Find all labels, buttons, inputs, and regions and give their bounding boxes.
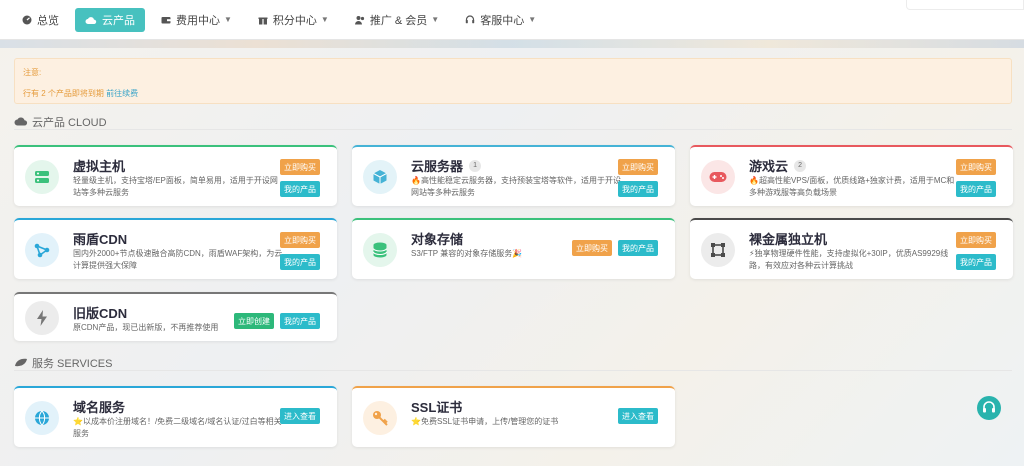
service-desc: ⭐以成本价注册域名！/免费二级域名/域名认证/过白等相关服务 <box>73 417 282 438</box>
leaf-icon <box>15 358 27 367</box>
service-name: 域名服务 <box>73 400 126 415</box>
my-products-button[interactable]: 我的产品 <box>618 240 658 256</box>
buy-button[interactable]: 立即购买 <box>956 232 996 248</box>
my-products-button[interactable]: 我的产品 <box>618 181 658 197</box>
service-card-ssl: SSL证书 ⭐免费SSL证书申请，上传/管理您的证书 进入查看 <box>352 386 675 447</box>
nav-label: 总览 <box>37 14 59 27</box>
product-desc: 🔥高性能稳定云服务器，支持预装宝塔等软件，适用于开设网站等多种云服务 <box>411 176 621 197</box>
product-name: 游戏云 2 <box>749 156 807 175</box>
server-icon <box>35 171 49 183</box>
service-card-domain: 域名服务 ⭐以成本价注册域名！/免费二级域名/域名认证/过白等相关服务 进入查看 <box>14 386 337 447</box>
buy-button[interactable]: 立即购买 <box>280 232 320 248</box>
top-nav: 总览 云产品 费用中心 ▼ 积分中心 ▼ 推广 & 会员 ▼ 客服中心 ▼ <box>0 0 1024 40</box>
frame-icon <box>711 243 725 257</box>
support-float-button[interactable] <box>977 396 1001 420</box>
users-icon <box>354 15 364 24</box>
product-card-bare-metal: 裸金属独立机 ⚡独享物理硬件性能，支持虚拟化+30IP，优质AS9929线路，有… <box>690 218 1013 279</box>
chevron-down-icon: ▼ <box>528 15 537 24</box>
product-name: 旧版CDN <box>73 306 128 321</box>
product-card-game-cloud: 游戏云 2 🔥超高性能VPS/面板，优质线路+独家计费，适用于MC和多种游戏服等高… <box>690 145 1013 206</box>
nav-label: 积分中心 <box>272 14 317 27</box>
product-icon-wrap <box>25 233 59 267</box>
nav-item-points[interactable]: 积分中心 ▼ <box>248 8 339 32</box>
renew-link[interactable]: 前往续费 <box>106 89 138 98</box>
nav-item-support[interactable]: 客服中心 ▼ <box>455 8 546 32</box>
my-products-button[interactable]: 我的产品 <box>956 181 996 197</box>
chevron-down-icon: ▼ <box>431 15 440 24</box>
product-name: 云服务器 1 <box>411 156 482 175</box>
section-title: 服务 SERVICES <box>32 357 113 370</box>
product-icon-wrap <box>363 160 397 194</box>
product-desc: 🔥超高性能VPS/面板，优质线路+独家计费，适用于MC和多种游戏服等高负载场景 <box>749 176 955 197</box>
product-desc: ⚡独享物理硬件性能，支持虚拟化+30IP，优质AS9929线路，有效应对各种云计… <box>749 249 949 270</box>
product-card-cloud-server: 云服务器 1 🔥高性能稳定云服务器，支持预装宝塔等软件，适用于开设网站等多种云服务… <box>352 145 675 206</box>
service-icon-wrap <box>363 401 397 435</box>
buy-button[interactable]: 立即购买 <box>618 159 658 175</box>
product-icon-wrap <box>363 233 397 267</box>
buy-button[interactable]: 立即购买 <box>956 159 996 175</box>
chevron-down-icon: ▼ <box>224 15 232 24</box>
wallet-icon <box>161 16 171 23</box>
key-icon <box>373 411 388 426</box>
globe-icon <box>35 410 49 426</box>
product-card-object-storage: 对象存储 S3/FTP 兼容的对象存储服务🎉 立即购买 我的产品 <box>352 218 675 279</box>
cloud-icon <box>85 16 97 24</box>
product-icon-wrap <box>701 160 735 194</box>
buy-button[interactable]: 立即购买 <box>280 159 320 175</box>
nav-label: 费用中心 <box>176 14 220 27</box>
dashboard-icon <box>22 15 32 24</box>
nav-item-affiliate[interactable]: 推广 & 会员 ▼ <box>345 8 449 32</box>
nav-label: 客服中心 <box>480 14 525 27</box>
nav-label: 推广 & 会员 <box>369 14 428 27</box>
gift-icon <box>258 17 268 24</box>
create-button[interactable]: 立即创建 <box>234 313 274 329</box>
nav-item-billing[interactable]: 费用中心 ▼ <box>151 8 242 32</box>
product-name: 对象存储 <box>411 232 464 247</box>
my-products-button[interactable]: 我的产品 <box>280 313 320 329</box>
product-icon-wrap <box>25 301 59 335</box>
renewal-notice: 注意: 行有 2 个产品即将到期 前往续费 <box>14 58 1012 104</box>
chevron-down-icon: ▼ <box>320 15 329 24</box>
product-name: 虚拟主机 <box>73 159 126 174</box>
count-badge: 2 <box>794 159 807 172</box>
product-icon-wrap <box>25 160 59 194</box>
share-icon <box>34 243 50 258</box>
view-button[interactable]: 进入查看 <box>618 408 658 424</box>
section-services-header: 服务 SERVICES <box>14 355 1012 371</box>
gamepad-icon <box>709 172 727 182</box>
cube-icon <box>373 170 387 184</box>
nav-item-overview[interactable]: 总览 <box>12 8 69 32</box>
bolt-icon <box>37 310 47 326</box>
buy-button[interactable]: 立即购买 <box>572 240 612 256</box>
notice-title: 注意: <box>23 68 42 77</box>
service-desc: ⭐免费SSL证书申请，上传/管理您的证书 <box>411 417 559 426</box>
product-name: 裸金属独立机 <box>749 232 828 247</box>
product-desc: 国内外2000+节点极速融合高防CDN，雨盾WAF架构，为云计算提供强大保障 <box>73 249 283 270</box>
notice-text: 行有 2 个产品即将到期 前往续费 <box>23 88 138 99</box>
section-title: 云产品 CLOUD <box>32 116 107 129</box>
user-panel[interactable] <box>906 0 1024 10</box>
headset-icon <box>983 401 995 413</box>
notice-message: 行有 2 个产品即将到期 <box>23 89 104 98</box>
product-card-rainshield-cdn: 雨盾CDN 国内外2000+节点极速融合高防CDN，雨盾WAF架构，为云计算提供… <box>14 218 337 279</box>
cloud-icon <box>14 117 28 126</box>
product-card-legacy-cdn: 旧版CDN 原CDN产品，现已出新版，不再推荐使用 立即创建 我的产品 <box>14 292 337 341</box>
count-badge: 1 <box>469 159 482 172</box>
nav-item-cloud-products[interactable]: 云产品 <box>75 7 145 32</box>
service-name: SSL证书 <box>411 400 463 415</box>
product-name: 雨盾CDN <box>73 232 128 247</box>
product-icon-wrap <box>701 233 735 267</box>
service-icon-wrap <box>25 401 59 435</box>
my-products-button[interactable]: 我的产品 <box>280 254 320 270</box>
product-card-virtual-host: 虚拟主机 轻量级主机，支持宝塔/EP面板，简单易用，适用于开设网站等多种云服务 … <box>14 145 337 206</box>
nav-label: 云产品 <box>102 14 135 27</box>
database-icon <box>373 242 387 258</box>
my-products-button[interactable]: 我的产品 <box>280 181 320 197</box>
product-desc: 轻量级主机，支持宝塔/EP面板，简单易用，适用于开设网站等多种云服务 <box>73 176 278 197</box>
banner-strip <box>0 40 1024 48</box>
section-cloud-header: 云产品 CLOUD <box>14 114 1012 130</box>
view-button[interactable]: 进入查看 <box>280 408 320 424</box>
headset-icon <box>466 14 475 23</box>
my-products-button[interactable]: 我的产品 <box>956 254 996 270</box>
